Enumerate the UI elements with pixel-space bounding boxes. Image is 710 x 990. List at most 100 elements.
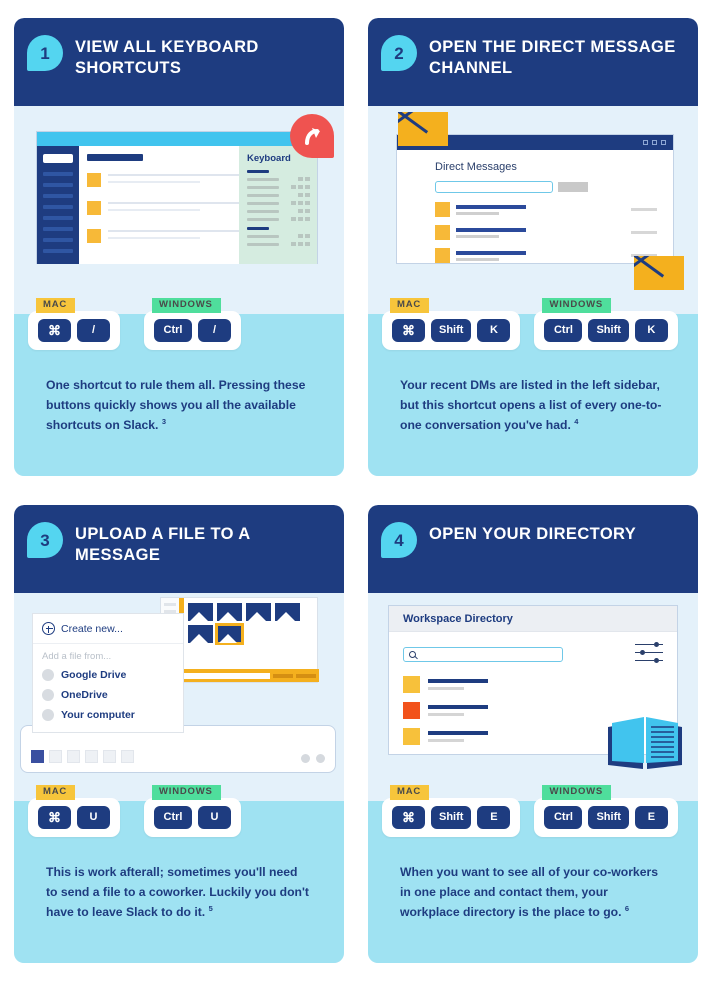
windows-shortcut-group-2: WINDOWS Ctrl Shift K [534,298,678,350]
footnote-4: 6 [624,903,630,913]
open-book-icon [608,717,682,769]
menu-item-onedrive[interactable]: OneDrive [33,685,183,705]
image-thumbnail[interactable] [217,603,242,621]
image-thumbnail[interactable] [275,603,300,621]
menu-item-label: Google Drive [61,669,127,681]
key-cap[interactable]: K [634,319,668,342]
menu-item-your-computer[interactable]: Your computer [33,705,183,725]
link-icon[interactable] [85,750,98,763]
mac-shortcut-group-4: MAC ⌘ Shift E [382,785,521,837]
card-body-4: When you want to see all of your co-work… [382,837,684,922]
key-cap[interactable]: ⌘ [392,319,425,342]
window-content: Keyboard [79,146,317,264]
directory-list-item[interactable] [403,676,663,693]
bold-icon[interactable] [31,750,44,763]
key-cap[interactable]: E [634,806,668,829]
key-cap[interactable]: Ctrl [154,806,192,829]
filter-sliders-icon[interactable] [635,642,663,666]
mac-label-4: MAC [390,785,430,800]
key-cap[interactable]: E [477,806,511,829]
mac-shortcut-group-2: MAC ⌘ Shift K [382,298,521,350]
windows-label-2: WINDOWS [542,298,612,313]
footnote-3: 5 [208,903,213,913]
onedrive-icon [42,689,54,701]
windows-shortcut-group-4: WINDOWS Ctrl Shift E [534,785,678,837]
key-cap[interactable]: U [198,806,231,829]
card-body-text-4: When you want to see all of your co-work… [400,865,659,919]
step-card-3: 3 UPLOAD A FILE TO A MESSAGE Create new.… [14,505,344,963]
illustration-keyboard-shortcuts: Keyboard [14,106,344,292]
windows-shortcut-group-3: WINDOWS Ctrl U [144,785,241,837]
ordered-list-icon[interactable] [103,750,116,763]
footnote-1: 3 [161,416,166,426]
dm-panel-title: Direct Messages [435,161,517,173]
envelope-icon [634,256,684,290]
key-cap[interactable]: ⌘ [38,806,71,829]
plus-circle-icon [42,622,55,635]
mac-label-3: MAC [36,785,76,800]
dm-list-item[interactable] [435,248,657,263]
strikethrough-icon[interactable] [67,750,80,763]
key-cap[interactable]: K [477,319,511,342]
key-cap[interactable]: Ctrl [154,319,192,342]
google-drive-icon [42,669,54,681]
footnote-2: 4 [574,416,579,426]
key-cap[interactable]: ⌘ [392,806,425,829]
emoji-icon[interactable] [301,754,310,763]
image-thumbnail[interactable] [188,625,213,643]
key-cap[interactable]: U [77,806,110,829]
card-body-1: One shortcut to rule them all. Pressing … [28,350,330,435]
menu-item-label: OneDrive [61,689,108,701]
key-cap[interactable]: Shift [588,806,629,829]
illustration-file-upload: Create new... Add a file from... Google … [14,593,344,779]
menu-subtitle: Add a file from... [42,651,112,662]
key-cap[interactable]: / [198,319,231,342]
mac-label-1: MAC [36,298,76,313]
directory-search-input[interactable] [403,646,563,662]
step-card-2: 2 OPEN THE DIRECT MESSAGE CHANNEL Direct… [368,18,698,476]
italic-icon[interactable] [49,750,62,763]
dm-search-input[interactable] [435,181,553,193]
infographic-page: 1 VIEW ALL KEYBOARD SHORTCUTS Keyboard M… [0,0,710,990]
dm-search-button[interactable] [558,182,588,192]
window-sidebar [37,146,79,264]
image-thumbnail-selected[interactable] [215,623,244,645]
menu-item-google-drive[interactable]: Google Drive [33,665,183,685]
window-titlebar: Workspace Directory [389,606,677,632]
key-cap[interactable]: ⌘ [38,319,71,342]
mac-label-2: MAC [390,298,430,313]
illustration-direct-messages: Direct Messages [368,106,698,292]
image-thumbnail[interactable] [188,603,213,621]
card-body-3: This is work afterall; sometimes you'll … [28,837,330,922]
directory-panel-title: Workspace Directory [403,612,513,625]
keyboard-panel: Keyboard [239,146,317,264]
key-cap[interactable]: Shift [431,319,472,342]
card-title-1: VIEW ALL KEYBOARD SHORTCUTS [75,38,259,78]
windows-label-4: WINDOWS [542,785,612,800]
bullet-list-icon[interactable] [121,750,134,763]
card-header-1: 1 VIEW ALL KEYBOARD SHORTCUTS [14,18,344,106]
key-cap[interactable]: / [77,319,110,342]
create-new-item[interactable]: Create new... [33,614,183,644]
card-title-4: OPEN YOUR DIRECTORY [429,525,637,543]
shortcut-strip-4: MAC ⌘ Shift E WINDOWS Ctrl Shift E When … [368,779,698,963]
dm-list-item[interactable] [435,202,657,217]
step-badge-4: 4 [381,522,417,558]
key-cap[interactable]: Ctrl [544,806,583,829]
key-cap[interactable]: Ctrl [544,319,583,342]
step-card-4: 4 OPEN YOUR DIRECTORY Workspace Director… [368,505,698,963]
dm-list-item[interactable] [435,225,657,240]
send-icon[interactable] [316,754,325,763]
step-badge-1: 1 [27,35,63,71]
windows-label-1: WINDOWS [152,298,221,313]
windows-shortcut-group-1: WINDOWS Ctrl / [144,298,241,350]
step-badge-3: 3 [27,522,63,558]
shortcut-strip-1: MAC ⌘ / WINDOWS Ctrl / One shortcut to r… [14,292,344,476]
file-upload-menu: Create new... Add a file from... Google … [32,613,184,733]
card-title-3: UPLOAD A FILE TO A MESSAGE [75,525,250,565]
image-thumbnail[interactable] [246,603,271,621]
card-header-3: 3 UPLOAD A FILE TO A MESSAGE [14,505,344,593]
mac-shortcut-group-1: MAC ⌘ / [28,298,120,350]
key-cap[interactable]: Shift [588,319,629,342]
key-cap[interactable]: Shift [431,806,472,829]
